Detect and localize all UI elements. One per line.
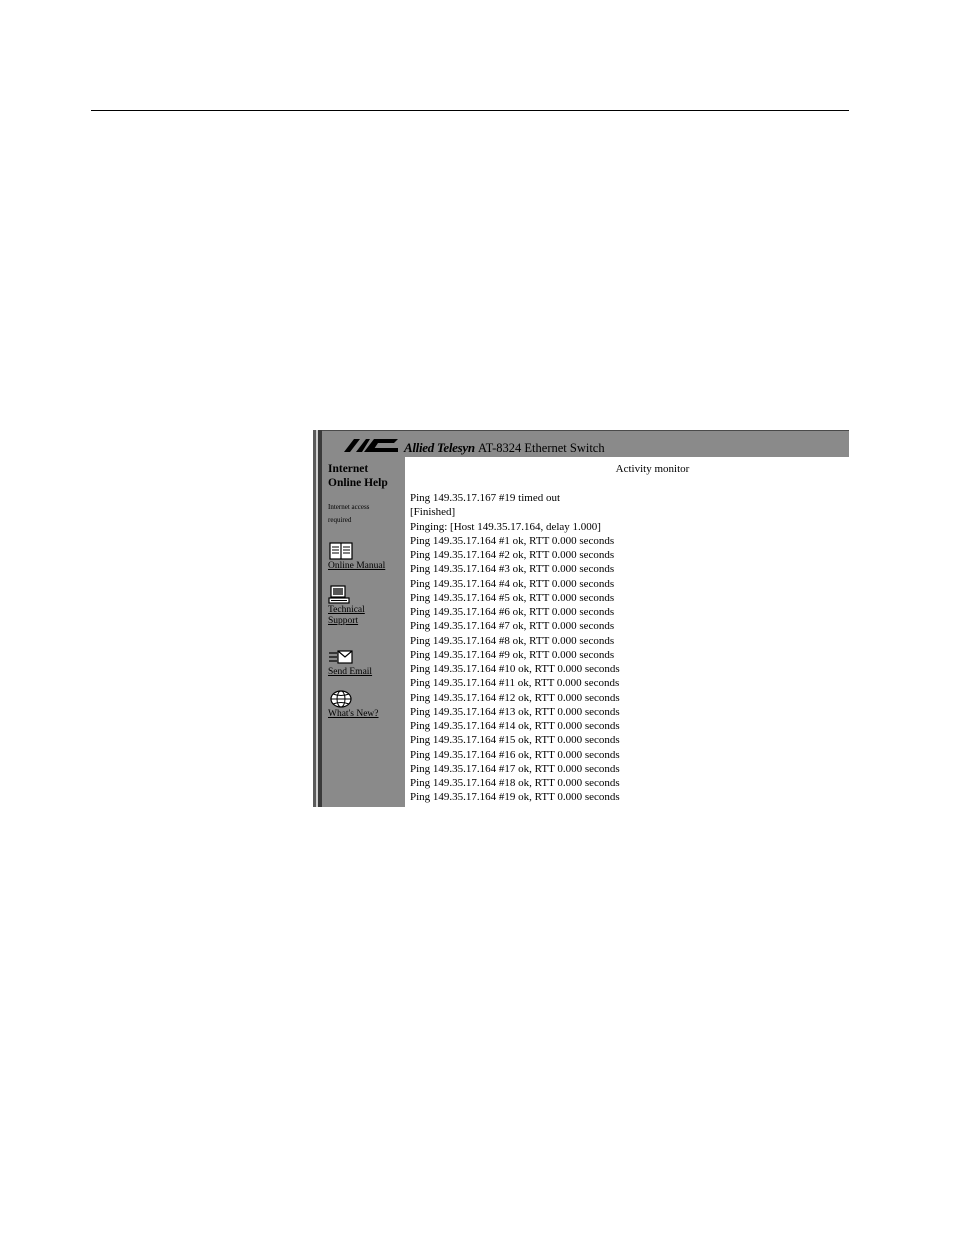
log-line: Ping 149.35.17.164 #13 ok, RTT 0.000 sec… <box>410 705 620 718</box>
computer-icon <box>328 585 350 604</box>
sidebar-item-label-line1: Technical <box>328 605 365 615</box>
log-line: [Finished] <box>410 506 456 519</box>
sidebar-title-line1: Internet <box>328 463 369 475</box>
company-name: Allied Telesyn <box>404 440 475 455</box>
log-line: Ping 149.35.17.164 #7 ok, RTT 0.000 seco… <box>410 620 615 633</box>
log-line: Ping 149.35.17.164 #3 ok, RTT 0.000 seco… <box>410 563 615 576</box>
browser-screenshot: Allied Telesyn AT-8324 Ethernet Switch I… <box>313 430 849 807</box>
log-line: Ping 149.35.17.164 #1 ok, RTT 0.000 seco… <box>410 534 615 547</box>
log-line: Ping 149.35.17.164 #15 ok, RTT 0.000 sec… <box>410 734 620 747</box>
log-line: Ping 149.35.17.164 #19 ok, RTT 0.000 sec… <box>410 791 620 804</box>
page-title: Activity monitor <box>615 463 690 475</box>
log-line: [Finished] <box>410 805 620 808</box>
log-line: Ping 149.35.17.164 #2 ok, RTT 0.000 seco… <box>410 549 615 561</box>
sidebar-title-line2: Online Help <box>328 477 388 489</box>
sidebar-item-whats-new[interactable]: What's New? <box>328 689 379 720</box>
sidebar-item-label: Online Manual <box>328 561 386 571</box>
sidebar-item-label: Send Email <box>328 667 373 677</box>
activity-log: Ping 149.35.17.167 #19 timed out [Finishe… <box>410 491 620 807</box>
log-line: Ping 149.35.17.164 #11 ok, RTT 0.000 sec… <box>410 677 620 690</box>
log-line: Ping 149.35.17.164 #9 ok, RTT 0.000 seco… <box>410 648 615 661</box>
log-line: Ping 149.35.17.164 #17 ok, RTT 0.000 sec… <box>410 762 620 775</box>
sidebar-item-label: What's New? <box>328 709 379 719</box>
sidebar-title: Internet Online Help <box>328 462 388 490</box>
window-frame-edge <box>313 430 322 807</box>
log-line: Ping 149.35.17.164 #6 ok, RTT 0.000 seco… <box>410 606 615 618</box>
sidebar-item-label-line2: Support <box>328 616 359 626</box>
page-top-rule <box>91 110 849 111</box>
log-line: Ping 149.35.17.164 #12 ok, RTT 0.000 sec… <box>410 691 620 704</box>
sidebar-item-send-email[interactable]: Send Email <box>328 647 372 678</box>
log-line: Ping 149.35.17.164 #10 ok, RTT 0.000 sec… <box>410 663 620 675</box>
log-line: Ping 149.35.17.164 #5 ok, RTT 0.000 seco… <box>410 591 615 604</box>
header-banner: Allied Telesyn AT-8324 Ethernet Switch <box>322 430 849 457</box>
log-line: Ping 149.35.17.164 #14 ok, RTT 0.000 sec… <box>410 720 620 732</box>
envelope-icon <box>329 650 353 664</box>
sidebar-note-line1: Internet access <box>328 503 370 511</box>
book-icon <box>329 542 353 560</box>
log-line: Ping 149.35.17.167 #19 timed out <box>410 492 561 504</box>
sidebar-note-line2: required <box>328 516 352 524</box>
log-line: Pinging: [Host 149.35.17.164, delay 1.00… <box>410 520 601 533</box>
product-name: AT-8324 Ethernet Switch <box>478 441 605 455</box>
log-line: Ping 149.35.17.164 #8 ok, RTT 0.000 seco… <box>410 634 615 647</box>
log-line: Ping 149.35.17.164 #4 ok, RTT 0.000 seco… <box>410 577 615 590</box>
sidebar-item-technical-support[interactable]: Technical Support <box>328 585 365 627</box>
log-line: Ping 149.35.17.164 #18 ok, RTT 0.000 sec… <box>410 777 620 789</box>
sidebar-item-online-manual[interactable]: Online Manual <box>328 541 385 572</box>
globe-icon <box>330 690 352 708</box>
allied-telesyn-logo-icon <box>344 439 398 452</box>
help-sidebar: Internet Online Help Internet access req… <box>322 457 405 807</box>
activity-monitor-panel: Activity monitor Ping 149.35.17.167 #19 … <box>405 457 849 807</box>
sidebar-access-note: Internet access required <box>328 501 388 527</box>
log-line: Ping 149.35.17.164 #16 ok, RTT 0.000 sec… <box>410 748 620 761</box>
